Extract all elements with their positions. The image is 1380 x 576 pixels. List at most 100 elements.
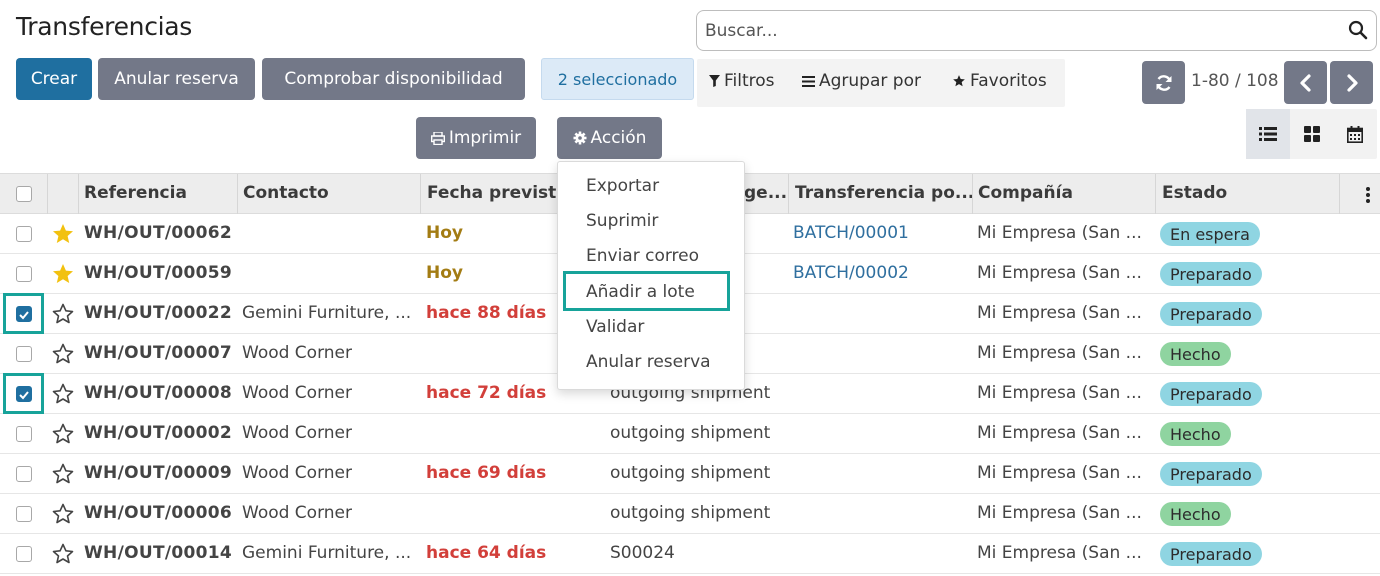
- action-label: Acción: [590, 128, 647, 148]
- priority-star-icon[interactable]: [51, 302, 75, 326]
- cell-batch-transfer[interactable]: BATCH/00002: [793, 263, 909, 283]
- cell-contact: Wood Corner: [242, 343, 352, 363]
- column-header-contact[interactable]: Contacto: [243, 183, 329, 203]
- cell-reference: WH/OUT/00014: [84, 543, 232, 563]
- row-checkbox[interactable]: [16, 506, 32, 522]
- priority-star-icon[interactable]: [51, 342, 75, 366]
- priority-star-icon[interactable]: [51, 262, 75, 286]
- cell-scheduled-date: Hoy: [426, 223, 463, 243]
- cell-company: Mi Empresa (San ...: [977, 463, 1142, 483]
- kanban-view-icon: [1304, 126, 1320, 142]
- selected-count-badge[interactable]: 2 seleccionado: [541, 58, 694, 100]
- priority-star-icon[interactable]: [51, 382, 75, 406]
- row-checkbox[interactable]: [16, 346, 32, 362]
- cell-contact: Gemini Furniture, ...: [242, 543, 412, 563]
- pager-value[interactable]: 1-80 / 108: [1191, 71, 1279, 91]
- cell-reference: WH/OUT/00008: [84, 383, 232, 403]
- list-view-button[interactable]: [1246, 109, 1290, 159]
- search-icon[interactable]: [1348, 20, 1368, 40]
- status-badge: Preparado: [1160, 262, 1262, 286]
- cell-batch-transfer[interactable]: BATCH/00001: [793, 223, 909, 243]
- check-availability-button[interactable]: Comprobar disponibilidad: [262, 58, 525, 100]
- list-view-icon: [1259, 127, 1277, 141]
- action-menu-item[interactable]: Anular reserva: [586, 352, 711, 372]
- cell-company: Mi Empresa (San ...: [977, 383, 1142, 403]
- cell-reference: WH/OUT/00007: [84, 343, 232, 363]
- cell-scheduled-date: hace 69 días: [426, 463, 547, 483]
- action-menu-item[interactable]: Enviar correo: [586, 246, 699, 266]
- pager-previous-button[interactable]: [1284, 61, 1327, 104]
- cell-contact: Wood Corner: [242, 383, 352, 403]
- group-by-label: Agrupar por: [819, 71, 921, 91]
- pager-next-button[interactable]: [1330, 61, 1373, 104]
- row-checkbox[interactable]: [16, 466, 32, 482]
- priority-star-icon[interactable]: [51, 422, 75, 446]
- status-badge: Hecho: [1160, 502, 1231, 526]
- priority-star-icon[interactable]: [51, 542, 75, 566]
- column-header-source-document[interactable]: ge...: [744, 183, 787, 203]
- unreserve-button[interactable]: Anular reserva: [98, 58, 255, 100]
- cell-contact: Wood Corner: [242, 423, 352, 443]
- cell-scheduled-date: hace 72 días: [426, 383, 547, 403]
- cell-contact: Wood Corner: [242, 503, 352, 523]
- refresh-icon: [1156, 74, 1171, 91]
- optional-columns-icon[interactable]: [1365, 186, 1371, 204]
- search-bar[interactable]: [696, 10, 1377, 51]
- cell-reference: WH/OUT/00006: [84, 503, 232, 523]
- action-dropdown-menu: Exportar Suprimir Enviar correo Añadir a lo…: [557, 161, 745, 390]
- action-menu-item[interactable]: Añadir a lote: [586, 282, 695, 302]
- favorites-dropdown[interactable]: Favoritos: [952, 71, 1047, 91]
- print-button[interactable]: Imprimir: [416, 117, 536, 159]
- status-badge: Hecho: [1160, 342, 1231, 366]
- cell-contact: Gemini Furniture, ...: [242, 303, 412, 323]
- refresh-button[interactable]: [1142, 61, 1185, 104]
- column-header-batch-transfer[interactable]: Transferencia po...: [795, 183, 974, 203]
- row-checkbox[interactable]: [16, 306, 32, 322]
- search-input[interactable]: [705, 11, 1325, 50]
- priority-star-icon[interactable]: [51, 462, 75, 486]
- cell-source-document: outgoing shipment: [610, 423, 771, 443]
- check-icon: [19, 311, 29, 320]
- cell-source-document: outgoing shipment: [610, 503, 771, 523]
- chevron-right-icon: [1346, 73, 1358, 92]
- action-menu-item[interactable]: Exportar: [586, 176, 659, 196]
- cell-reference: WH/OUT/00062: [84, 223, 232, 243]
- column-header-status[interactable]: Estado: [1162, 183, 1227, 203]
- select-all-checkbox[interactable]: [16, 186, 32, 202]
- row-checkbox[interactable]: [16, 386, 32, 402]
- cell-scheduled-date: hace 64 días: [426, 543, 547, 563]
- group-by-dropdown[interactable]: Agrupar por: [802, 71, 921, 91]
- priority-star-icon[interactable]: [51, 222, 75, 246]
- priority-star-icon[interactable]: [51, 502, 75, 526]
- filters-dropdown[interactable]: Filtros: [709, 71, 775, 91]
- calendar-view-button[interactable]: [1333, 109, 1377, 159]
- row-checkbox[interactable]: [16, 266, 32, 282]
- cell-source-document: outgoing shipment: [610, 463, 771, 483]
- create-button[interactable]: Crear: [16, 58, 92, 100]
- cell-company: Mi Empresa (San ...: [977, 263, 1142, 283]
- status-badge: Preparado: [1160, 302, 1262, 326]
- row-checkbox[interactable]: [16, 226, 32, 242]
- cell-company: Mi Empresa (San ...: [977, 543, 1142, 563]
- cell-company: Mi Empresa (San ...: [977, 423, 1142, 443]
- cell-company: Mi Empresa (San ...: [977, 303, 1142, 323]
- table-row[interactable]: WH/OUT/00002 Wood Corner outgoing shipment…: [0, 414, 1380, 454]
- action-button[interactable]: Acción: [557, 117, 662, 159]
- column-header-company[interactable]: Compañía: [978, 183, 1073, 203]
- table-row[interactable]: WH/OUT/00006 Wood Corner outgoing shipment…: [0, 494, 1380, 534]
- column-header-reference[interactable]: Referencia: [84, 183, 187, 203]
- row-checkbox[interactable]: [16, 426, 32, 442]
- action-menu-item[interactable]: Validar: [586, 317, 644, 337]
- table-row[interactable]: WH/OUT/00009 Wood Corner hace 69 días outgo…: [0, 454, 1380, 494]
- row-checkbox[interactable]: [16, 546, 32, 562]
- chevron-left-icon: [1299, 73, 1311, 92]
- cell-company: Mi Empresa (San ...: [977, 223, 1142, 243]
- cell-reference: WH/OUT/00059: [84, 263, 232, 283]
- status-badge: Preparado: [1160, 462, 1262, 486]
- kanban-view-button[interactable]: [1290, 109, 1334, 159]
- action-menu-item[interactable]: Suprimir: [586, 211, 658, 231]
- column-header-scheduled-date[interactable]: Fecha previsto: [427, 183, 568, 203]
- status-badge: En espera: [1160, 222, 1260, 246]
- page-title: Transferencias: [16, 12, 193, 41]
- table-row[interactable]: WH/OUT/00014 Gemini Furniture, ... hace 64…: [0, 534, 1380, 574]
